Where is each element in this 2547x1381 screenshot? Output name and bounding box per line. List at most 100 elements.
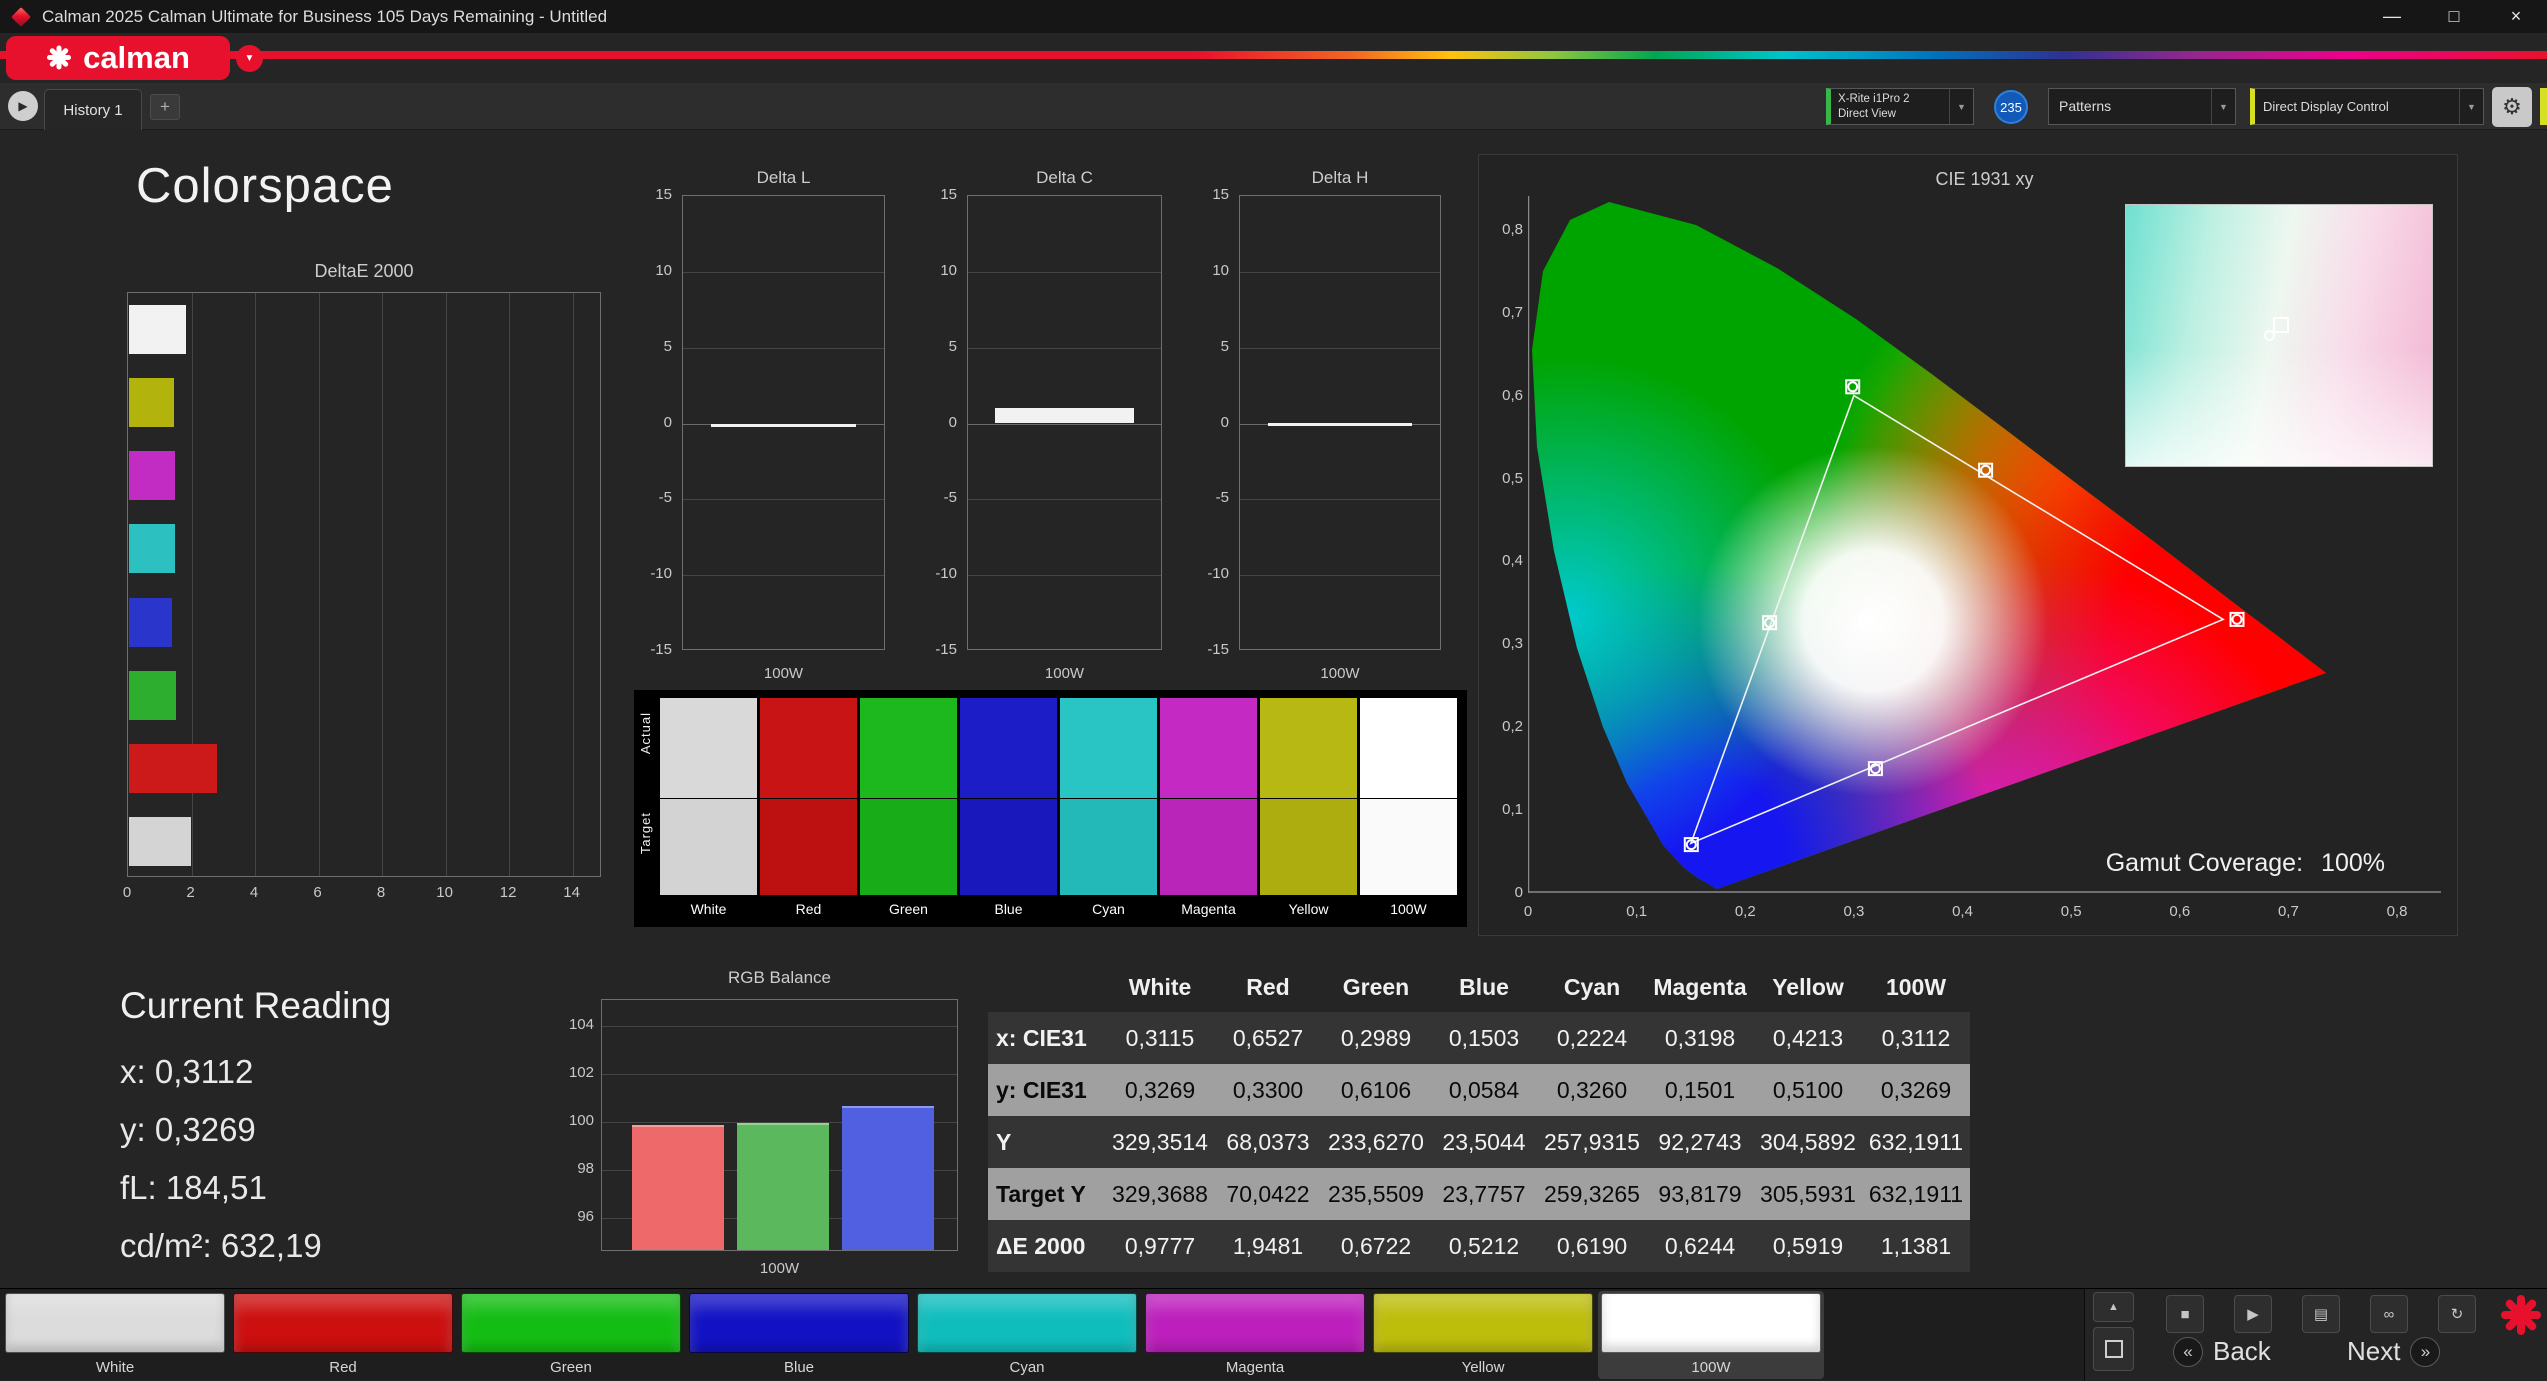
side-panel-edge[interactable] xyxy=(2540,88,2547,125)
pattern-swatch-100w[interactable] xyxy=(1601,1293,1821,1353)
pattern-size-badge[interactable]: 235 xyxy=(1994,90,2028,124)
navigation-zone: ▲ ■ ▶ ▤ ∞ ↻ « Back Next » xyxy=(2084,1289,2547,1381)
add-tab-button[interactable]: + xyxy=(150,94,180,120)
table-cell: 0,2224 xyxy=(1538,1012,1646,1064)
pattern-swatch-red[interactable] xyxy=(233,1293,453,1353)
calman-star-icon xyxy=(46,45,72,71)
axis-tick-label: 0,1 xyxy=(1502,801,1523,819)
cie-panel: CIE 1931 xy Gamut Coverage: 100% 0,8 0,7… xyxy=(1478,154,2458,936)
link-button[interactable]: ∞ xyxy=(2370,1295,2408,1333)
rgb-bar-green xyxy=(737,1122,829,1250)
current-reading-title: Current Reading xyxy=(120,985,392,1026)
meter-mode: Direct View xyxy=(1838,108,1896,120)
pattern-swatch-label: Blue xyxy=(783,1359,815,1376)
pattern-swatch-label: Magenta xyxy=(1225,1359,1285,1376)
deltae-swatch-100w xyxy=(129,816,155,866)
stop-button[interactable]: ■ xyxy=(2166,1295,2204,1333)
swatch-column-label: Blue xyxy=(994,901,1023,917)
target-swatch-magenta xyxy=(1160,799,1257,895)
tab-history-1[interactable]: History 1 xyxy=(44,89,142,130)
calman-logo[interactable]: calman xyxy=(6,36,230,80)
table-cell: 68,0373 xyxy=(1214,1116,1322,1168)
meter-selector[interactable]: X-Rite i1Pro 2 Direct View ▼ xyxy=(1826,88,1974,125)
calman-logo-text: calman xyxy=(83,40,190,75)
app-icon xyxy=(11,6,31,27)
table-cell: 1,1381 xyxy=(1862,1220,1970,1272)
chart-title: Delta C xyxy=(1036,168,1093,187)
deltae-swatch-yellow xyxy=(129,378,155,428)
axis-tick-label: 100 xyxy=(568,1112,594,1130)
pattern-swatch-white[interactable] xyxy=(5,1293,225,1353)
settings-gear-button[interactable]: ⚙ xyxy=(2492,87,2532,127)
table-cell: 0,1501 xyxy=(1646,1064,1754,1116)
next-button[interactable]: Next » xyxy=(2347,1336,2441,1367)
display-control-label: Direct Display Control xyxy=(2263,99,2389,114)
axis-tick-label: -10 xyxy=(935,565,957,583)
brand-row: calman ▼ xyxy=(0,33,2547,83)
pattern-swatch-blue[interactable] xyxy=(689,1293,909,1353)
axis-tick-label: 0,8 xyxy=(2386,903,2408,920)
gridline xyxy=(602,1026,957,1028)
play-button[interactable]: ▶ xyxy=(2234,1295,2272,1333)
pattern-swatch-cell: Blue xyxy=(686,1291,912,1379)
table-cell: 1,9481 xyxy=(1214,1220,1322,1272)
pattern-swatch-green[interactable] xyxy=(461,1293,681,1353)
save-button[interactable]: ▤ xyxy=(2302,1295,2340,1333)
swatch-column-label: White xyxy=(690,901,727,917)
rgb-bar-red xyxy=(632,1125,724,1250)
pattern-swatch-cell: Cyan xyxy=(914,1291,1140,1379)
pattern-swatch-yellow[interactable] xyxy=(1373,1293,1593,1353)
inset-measured-marker xyxy=(2263,330,2275,342)
rgb-bar-blue xyxy=(842,1106,934,1250)
logo-menu-button[interactable]: ▼ xyxy=(236,45,263,72)
pattern-swatch-magenta[interactable] xyxy=(1145,1293,1365,1353)
axis-tick-label: -10 xyxy=(650,565,672,583)
actual-swatch-blue xyxy=(960,698,1057,798)
chevron-down-icon: ▼ xyxy=(2459,89,2483,124)
deltae-swatch-red xyxy=(129,743,155,793)
patterns-selector[interactable]: Patterns ▼ xyxy=(2048,88,2236,125)
minimize-button[interactable]: — xyxy=(2361,0,2423,33)
pattern-swatch-cyan[interactable] xyxy=(917,1293,1137,1353)
target-swatch-100w xyxy=(1360,799,1457,895)
history-panel-expander[interactable]: ▶ xyxy=(8,91,38,121)
table-row-label: Y xyxy=(988,1116,1106,1168)
target-swatch-blue xyxy=(960,799,1057,895)
actual-swatch-yellow xyxy=(1260,698,1357,798)
window-controls: — □ × xyxy=(2361,0,2547,33)
pattern-swatch-cell: Yellow xyxy=(1370,1291,1596,1379)
refresh-button[interactable]: ↻ xyxy=(2438,1295,2476,1333)
table-cell: 0,2989 xyxy=(1322,1012,1430,1064)
table-cell: 235,5509 xyxy=(1322,1168,1430,1220)
table-row-label: x: CIE31 xyxy=(988,1012,1106,1064)
page-title: Colorspace xyxy=(136,159,394,213)
axis-tick-label: 0,8 xyxy=(1502,220,1523,238)
pattern-swatch-label: Yellow xyxy=(1461,1359,1505,1376)
axis-tick-label: 0 xyxy=(1514,884,1523,901)
meter-name: X-Rite i1Pro 2 xyxy=(1838,93,1910,105)
gridline xyxy=(572,293,574,876)
gamut-coverage-label: Gamut Coverage: xyxy=(2105,849,2304,877)
table-cell: 329,3688 xyxy=(1106,1168,1214,1220)
bottom-bar: White Red Green Blue Cyan Magenta Yellow 100W ▲… xyxy=(0,1288,2547,1381)
axis-tick-label: 0 xyxy=(948,413,957,431)
axis-tick-label: -5 xyxy=(658,489,672,507)
table-cell: 632,1911 xyxy=(1862,1168,1970,1220)
rgb-balance-chart: RGB Balance 100W 104 102 100 98 96 xyxy=(540,968,960,1288)
pattern-swatch-cell: White xyxy=(2,1291,228,1379)
chart-plot xyxy=(682,195,885,650)
close-button[interactable]: × xyxy=(2485,0,2547,33)
display-control-selector[interactable]: Direct Display Control ▼ xyxy=(2250,88,2484,125)
rgb-x-label: 100W xyxy=(759,1260,800,1277)
back-button[interactable]: « Back xyxy=(2173,1336,2271,1367)
axis-tick-label: 15 xyxy=(1212,186,1229,203)
maximize-button[interactable]: □ xyxy=(2423,0,2485,33)
axis-tick-label: 4 xyxy=(249,884,259,901)
axis-tick-label: 0,7 xyxy=(2277,903,2299,920)
delta-chart-delta-h: Delta H 15 10 5 0 -5 -10 -15 100W xyxy=(1177,168,1441,688)
axis-tick-label: 0,6 xyxy=(1502,386,1523,404)
table-cell: 0,9777 xyxy=(1106,1220,1214,1272)
chart-title: Delta H xyxy=(1311,168,1369,187)
gridline xyxy=(509,293,511,876)
gridline xyxy=(382,293,384,876)
